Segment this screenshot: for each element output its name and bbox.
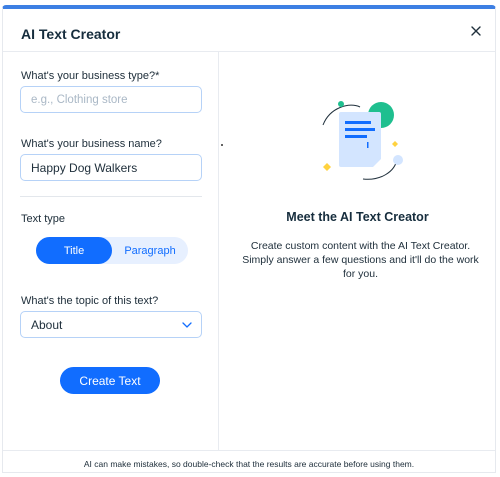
ai-document-illustration (322, 101, 403, 180)
topic-select-value: About (31, 317, 63, 332)
form-panel: What's your business type?* e.g., Clothi… (3, 52, 219, 450)
info-panel: Meet the AI Text Creator Create custom c… (220, 52, 495, 450)
form-divider (20, 196, 202, 197)
topic-select[interactable]: About (20, 311, 202, 338)
info-heading: Meet the AI Text Creator (286, 210, 429, 224)
info-description: Create custom content with the AI Text C… (242, 240, 479, 280)
text-type-label: Text type (21, 213, 66, 225)
dialog-header: AI Text Creator (3, 9, 495, 52)
chevron-down-icon (182, 322, 192, 328)
text-type-toggle: Title Paragraph (36, 237, 188, 264)
dialog-title: AI Text Creator (21, 26, 121, 42)
business-type-label: What's your business type?* (21, 70, 160, 82)
close-icon[interactable] (468, 23, 484, 39)
text-type-paragraph-option[interactable]: Paragraph (112, 237, 188, 264)
business-name-input[interactable]: Happy Dog Walkers (20, 154, 202, 181)
ai-text-creator-dialog: AI Text Creator What's your business typ… (2, 5, 496, 473)
create-text-button[interactable]: Create Text (60, 367, 160, 394)
disclaimer-footer: AI can make mistakes, so double-check th… (3, 450, 495, 477)
business-name-label: What's your business name? (21, 138, 162, 150)
text-type-title-option[interactable]: Title (36, 237, 112, 264)
topic-label: What's the topic of this text? (21, 295, 159, 307)
business-type-input[interactable]: e.g., Clothing store (20, 86, 202, 113)
